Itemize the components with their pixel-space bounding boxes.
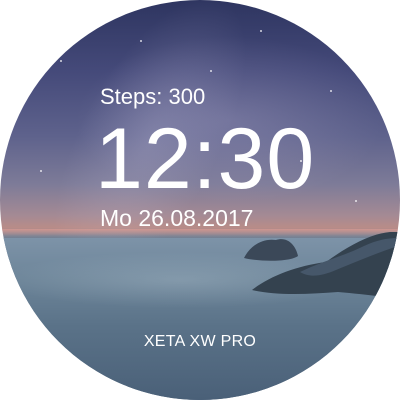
watch-face: Steps: 300 12:30 Mo 26.08.2017 XETA XW P… [0,0,400,400]
date-label: Mo 26.08.2017 [100,205,254,231]
small-rock [244,239,298,261]
brand-label: XETA XW PRO [143,333,257,350]
steps-counter: Steps: 300 [100,84,206,109]
clock-time: 12:30 [95,111,316,207]
